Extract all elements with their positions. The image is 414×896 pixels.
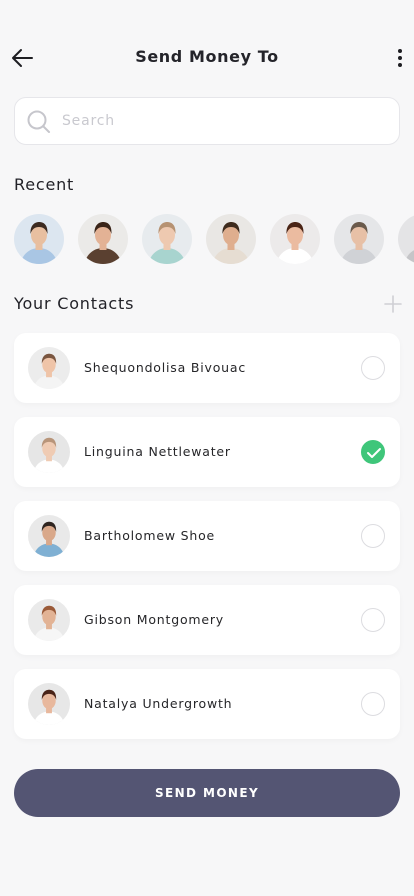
contact-name: Linguina Nettlewater — [84, 444, 231, 459]
check-icon — [367, 448, 381, 458]
contact-card[interactable]: Natalya Undergrowth — [14, 669, 400, 739]
contact-card[interactable]: Linguina Nettlewater — [14, 417, 400, 487]
select-radio[interactable] — [361, 356, 385, 380]
contact-name: Natalya Undergrowth — [84, 696, 233, 711]
contact-name: Gibson Montgomery — [84, 612, 224, 627]
contact-name: Shequondolisa Bivouac — [84, 360, 246, 375]
send-money-screen: Send Money To Recent — [0, 0, 414, 896]
avatar — [28, 431, 70, 473]
recent-title: Recent — [14, 175, 75, 194]
recent-avatars — [14, 214, 414, 264]
contact-card[interactable]: Shequondolisa Bivouac — [14, 333, 400, 403]
select-radio[interactable] — [361, 692, 385, 716]
recent-avatar[interactable] — [270, 214, 320, 264]
contact-name: Bartholomew Shoe — [84, 528, 216, 543]
contact-card[interactable]: Bartholomew Shoe — [14, 501, 400, 571]
recent-avatar[interactable] — [334, 214, 384, 264]
avatar — [28, 683, 70, 725]
search-icon — [27, 110, 50, 133]
page-title: Send Money To — [135, 47, 279, 66]
send-money-button[interactable]: SEND MONEY — [14, 769, 400, 817]
recent-avatar[interactable] — [14, 214, 64, 264]
avatar — [28, 599, 70, 641]
plus-icon — [384, 295, 402, 313]
select-radio[interactable] — [361, 440, 385, 464]
recent-avatar[interactable] — [398, 214, 414, 264]
recent-avatar[interactable] — [206, 214, 256, 264]
header: Send Money To — [0, 38, 414, 78]
search-input[interactable] — [62, 98, 382, 144]
more-button[interactable] — [392, 42, 408, 74]
select-radio[interactable] — [361, 608, 385, 632]
search-box[interactable] — [14, 97, 400, 145]
more-vertical-icon — [398, 49, 402, 67]
avatar — [28, 515, 70, 557]
select-radio[interactable] — [361, 524, 385, 548]
contact-card[interactable]: Gibson Montgomery — [14, 585, 400, 655]
recent-avatar[interactable] — [142, 214, 192, 264]
recent-avatar[interactable] — [78, 214, 128, 264]
avatar — [28, 347, 70, 389]
contacts-title: Your Contacts — [14, 294, 135, 313]
add-contact-button[interactable] — [382, 293, 404, 315]
